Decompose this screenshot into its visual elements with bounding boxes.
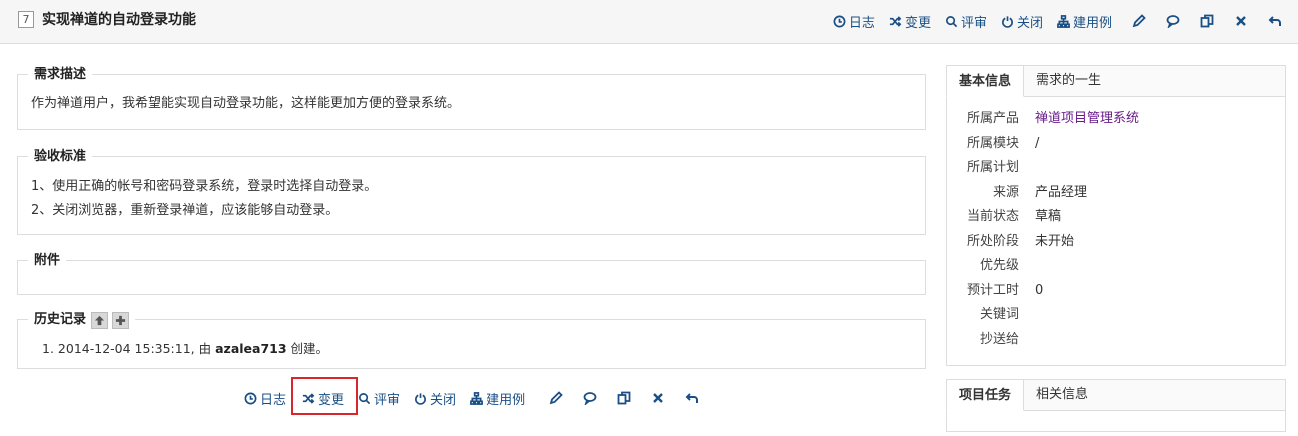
- info-value: 草稿: [1035, 209, 1062, 224]
- close-button[interactable]: 关闭: [1001, 10, 1043, 32]
- acceptance-line: 1、使用正确的帐号和密码登录系统，登录时选择自动登录。: [31, 179, 378, 194]
- history-entry-number: 1.: [42, 341, 54, 356]
- basic-info-tabs: 基本信息 需求的一生: [946, 65, 1285, 97]
- story-id-badge: 7: [18, 11, 34, 28]
- tab-project-tasks[interactable]: 项目任务: [946, 379, 1025, 411]
- plus-icon: [115, 315, 126, 325]
- history-entry-time: 2014-12-04 15:35:11, 由: [57, 341, 216, 356]
- info-row-plan: 所属计划: [947, 156, 1285, 181]
- project-tasks-tabs: 项目任务 相关信息: [946, 379, 1285, 411]
- info-row-source: 来源 产品经理: [947, 181, 1285, 206]
- info-label: 所处阶段: [966, 233, 1019, 249]
- pencil-icon[interactable]: [549, 391, 563, 405]
- create-case-label: 建用例: [486, 392, 526, 408]
- attachments-legend: 附件: [28, 252, 67, 270]
- delete-icon[interactable]: [651, 391, 665, 405]
- clock-icon: [244, 392, 257, 404]
- product-link[interactable]: 禅道项目管理系统: [1035, 107, 1139, 132]
- description-section: 需求描述 作为禅道用户，我希望能实现自动登录功能，这样能更加方便的登录系统。: [17, 66, 926, 130]
- info-row-mailto: 抄送给: [947, 328, 1285, 353]
- comment-icon[interactable]: [583, 391, 597, 407]
- info-label: 当前状态: [966, 209, 1019, 224]
- review-label: 评审: [960, 15, 987, 31]
- sitemap-icon: [1057, 14, 1070, 28]
- acceptance-legend: 验收标准: [28, 148, 93, 166]
- review-label: 评审: [374, 392, 401, 408]
- clock-icon: [833, 15, 846, 27]
- basic-info-list: 所属产品 禅道项目管理系统 所属模块 / 所属计划 来源 产品经理 当前状态 草…: [947, 97, 1285, 352]
- change-button-highlight: [291, 377, 358, 415]
- project-tasks-panel: 项目任务 相关信息: [946, 379, 1286, 432]
- review-button[interactable]: 评审: [945, 10, 987, 32]
- info-label: 关键词: [979, 307, 1019, 322]
- info-label: 所属计划: [966, 160, 1019, 175]
- history-entry: 1. 2014-12-04 15:35:11, 由 azalea713 创建。: [42, 338, 328, 360]
- info-value: 0: [1035, 282, 1044, 298]
- arrow-up-icon: [94, 315, 105, 325]
- history-section: 历史记录 1. 2014-12-04 15:35:11, 由 azalea713…: [17, 311, 926, 369]
- top-toolbar: 日志 变更 评审 关闭 建用例: [819, 10, 1282, 32]
- acceptance-text: 1、使用正确的帐号和密码登录系统，登录时选择自动登录。 2、关闭浏览器，重新登录…: [31, 175, 377, 223]
- description-text: 作为禅道用户，我希望能实现自动登录功能，这样能更加方便的登录系统。: [31, 96, 461, 111]
- log-button[interactable]: 日志: [833, 10, 875, 32]
- back-icon[interactable]: [1268, 14, 1282, 28]
- info-label: 来源: [992, 184, 1019, 200]
- copy-icon[interactable]: [1200, 14, 1214, 28]
- info-label: 预计工时: [966, 282, 1019, 298]
- history-expand-button[interactable]: [112, 311, 130, 329]
- pencil-icon[interactable]: [1132, 14, 1146, 28]
- story-header: 7 实现禅道的自动登录功能 日志 变更 评审 关闭 建用例: [0, 0, 1298, 44]
- description-legend: 需求描述: [28, 66, 93, 84]
- tab-story-life[interactable]: 需求的一生: [1024, 66, 1113, 97]
- change-label: 变更: [904, 15, 931, 31]
- attachments-section: 附件: [17, 252, 926, 295]
- info-row-stage: 所处阶段 未开始: [947, 230, 1285, 255]
- copy-icon[interactable]: [617, 391, 631, 405]
- info-label: 所属模块: [966, 135, 1019, 151]
- info-row-product: 所属产品 禅道项目管理系统: [947, 107, 1285, 132]
- info-row-estimate: 预计工时 0: [947, 279, 1285, 304]
- close-label: 关闭: [1016, 15, 1043, 31]
- history-toggle-order-button[interactable]: [91, 311, 109, 329]
- info-label: 所属产品: [966, 111, 1019, 126]
- info-value: /: [1035, 135, 1040, 151]
- history-entry-action: 创建。: [286, 341, 329, 356]
- info-row-priority: 优先级: [947, 254, 1285, 279]
- tab-basic-info[interactable]: 基本信息: [946, 65, 1025, 97]
- search-icon: [945, 15, 958, 27]
- create-case-button[interactable]: 建用例: [1057, 10, 1112, 32]
- page-title: 实现禅道的自动登录功能: [42, 12, 196, 28]
- history-legend-label: 历史记录: [34, 312, 87, 327]
- acceptance-section: 验收标准 1、使用正确的帐号和密码登录系统，登录时选择自动登录。 2、关闭浏览器…: [17, 148, 926, 235]
- search-icon: [359, 392, 371, 404]
- close-label: 关闭: [430, 392, 457, 408]
- log-label: 日志: [260, 392, 287, 408]
- tab-related-info[interactable]: 相关信息: [1024, 380, 1100, 411]
- info-row-status: 当前状态 草稿: [947, 205, 1285, 230]
- sitemap-icon: [470, 391, 483, 405]
- info-value: 未开始: [1035, 233, 1075, 249]
- log-button[interactable]: 日志: [244, 387, 286, 409]
- review-button[interactable]: 评审: [358, 387, 400, 409]
- info-value: 产品经理: [1035, 184, 1088, 200]
- info-row-module: 所属模块 /: [947, 132, 1285, 157]
- history-legend: 历史记录: [28, 311, 136, 329]
- info-label: 优先级: [979, 258, 1019, 273]
- power-icon: [1002, 15, 1013, 28]
- info-row-keywords: 关键词: [947, 303, 1285, 328]
- close-button[interactable]: 关闭: [414, 387, 456, 409]
- acceptance-line: 2、关闭浏览器，重新登录禅道，应该能够自动登录。: [31, 203, 339, 218]
- create-case-label: 建用例: [1072, 15, 1112, 31]
- info-label: 抄送给: [979, 331, 1019, 347]
- change-button[interactable]: 变更: [889, 10, 931, 32]
- power-icon: [415, 392, 427, 405]
- back-icon[interactable]: [685, 391, 699, 405]
- delete-icon[interactable]: [1234, 14, 1248, 28]
- history-entry-user: azalea713: [215, 341, 287, 356]
- comment-icon[interactable]: [1166, 14, 1180, 30]
- basic-info-panel: 基本信息 需求的一生 所属产品 禅道项目管理系统 所属模块 / 所属计划 来源 …: [946, 65, 1286, 366]
- log-label: 日志: [848, 15, 875, 31]
- shuffle-icon: [889, 15, 902, 27]
- create-case-button[interactable]: 建用例: [470, 387, 525, 409]
